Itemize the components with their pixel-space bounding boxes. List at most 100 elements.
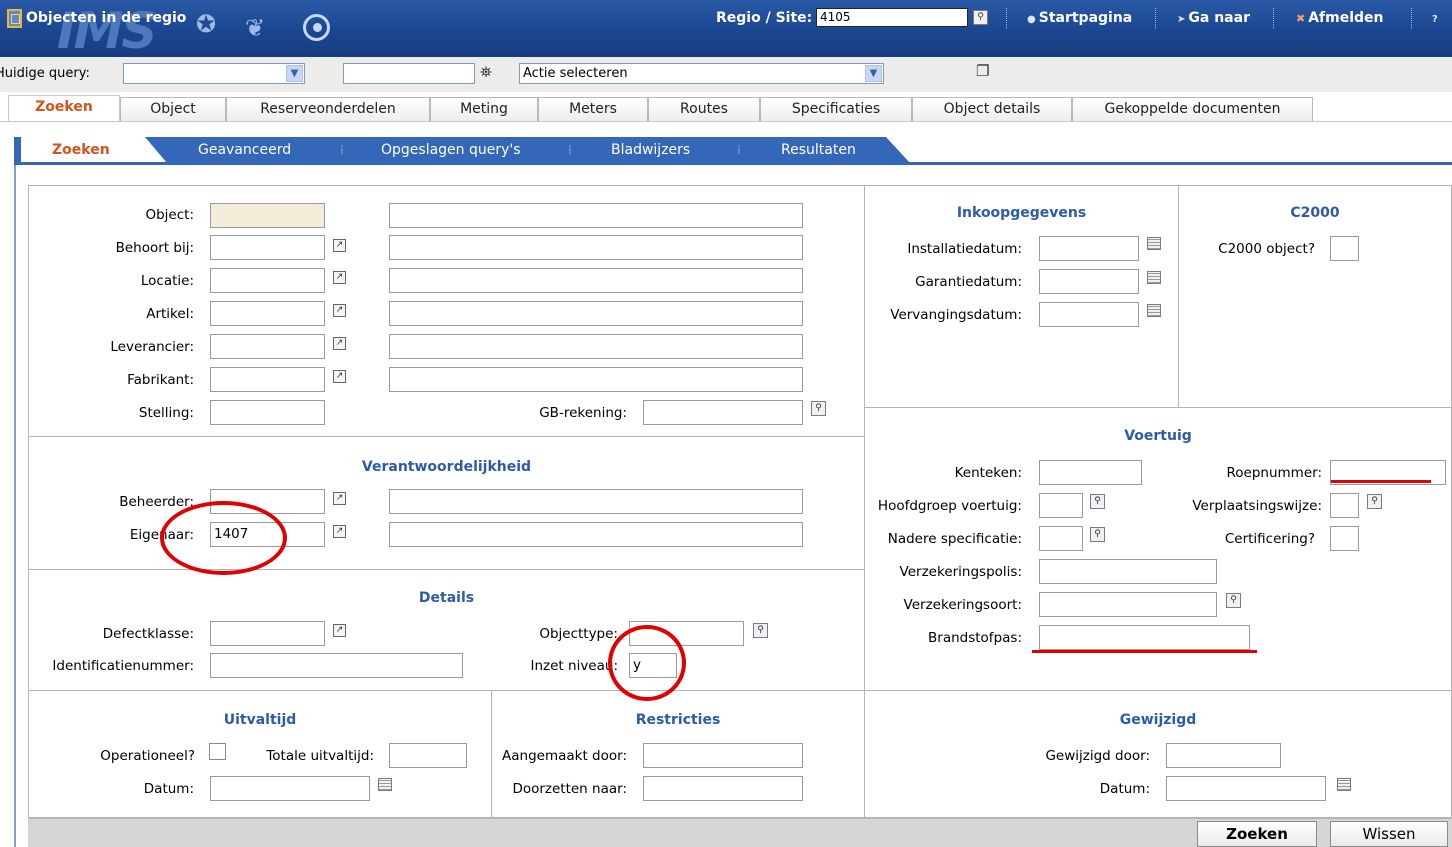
fabrikant-input[interactable] xyxy=(210,367,325,392)
calendar-icon[interactable] xyxy=(1147,271,1161,284)
locatie-input[interactable] xyxy=(210,268,325,293)
app-icon xyxy=(7,9,22,28)
search-icon[interactable]: ⚲ xyxy=(753,623,768,638)
regio-search-icon[interactable]: ⚲ xyxy=(973,10,988,25)
stelling-input[interactable] xyxy=(210,400,325,425)
beheerder-description-input[interactable] xyxy=(389,489,803,514)
header-divider xyxy=(1155,8,1156,29)
nadere-specificatie-input[interactable] xyxy=(1039,526,1083,551)
query-select[interactable]: ▼ xyxy=(123,63,305,84)
chevron-down-icon[interactable]: ▼ xyxy=(865,65,882,82)
aangemaakt-door-input[interactable] xyxy=(643,743,803,768)
artikel-description-input[interactable] xyxy=(389,301,803,326)
calendar-icon[interactable] xyxy=(1147,237,1161,250)
locatie-description-input[interactable] xyxy=(389,268,803,293)
roepnummer-underline xyxy=(1331,480,1431,483)
gewijzigd-datum-input[interactable] xyxy=(1166,776,1326,801)
verzekeringssoort-input[interactable] xyxy=(1039,592,1217,617)
search-icon[interactable]: ⚲ xyxy=(1090,527,1105,542)
subtab-geavanceerd[interactable]: Geavanceerd xyxy=(198,142,291,158)
leverancier-input[interactable] xyxy=(210,334,325,359)
search-icon[interactable]: ⚲ xyxy=(1367,494,1382,509)
regio-site-input[interactable]: 4105 xyxy=(816,8,968,27)
brandstofpas-input[interactable] xyxy=(1039,625,1250,650)
certificering-label: Certificering? xyxy=(1224,531,1315,547)
binoculars-icon[interactable]: ⛯ xyxy=(480,63,492,81)
calendar-icon[interactable] xyxy=(378,778,392,791)
search-icon[interactable]: ⚲ xyxy=(1226,593,1241,608)
startpagina-label: Startpagina xyxy=(1038,10,1133,26)
uitvaltijd-datum-input[interactable] xyxy=(210,776,370,801)
lookup-arrow-icon[interactable]: ↗ xyxy=(333,304,346,317)
huidige-query-label: Huidige query: xyxy=(0,66,90,81)
c2000-object-input[interactable] xyxy=(1330,236,1359,261)
help-link[interactable]: ? xyxy=(1432,10,1441,26)
tab-routes[interactable]: Routes xyxy=(648,97,760,122)
totale-uitvaltijd-input[interactable] xyxy=(389,743,467,768)
doorzetten-naar-input[interactable] xyxy=(643,776,803,801)
artikel-label: Artikel: xyxy=(146,306,194,322)
tab-object-details[interactable]: Object details xyxy=(912,97,1072,122)
hoofdgroep-voertuig-input[interactable] xyxy=(1039,493,1083,518)
tab-zoeken[interactable]: Zoeken xyxy=(8,95,120,122)
kenteken-input[interactable] xyxy=(1039,460,1142,485)
gewijzigd-door-input[interactable] xyxy=(1166,743,1281,768)
lookup-arrow-icon[interactable]: ↗ xyxy=(333,492,346,505)
subtab-bladwijzers[interactable]: Bladwijzers xyxy=(611,142,690,158)
gewijzigd-door-label: Gewijzigd door: xyxy=(1045,748,1150,764)
subtab-zoeken[interactable]: Zoeken xyxy=(52,142,110,158)
chevron-down-icon[interactable]: ▼ xyxy=(286,65,303,82)
fabrikant-description-input[interactable] xyxy=(389,367,803,392)
defectklasse-label: Defectklasse: xyxy=(102,626,194,642)
calendar-icon[interactable] xyxy=(1337,778,1351,791)
lookup-arrow-icon[interactable]: ↗ xyxy=(333,525,346,538)
subtab-resultaten[interactable]: Resultaten xyxy=(781,142,856,158)
calendar-icon[interactable] xyxy=(1147,304,1161,317)
behoort-bij-description-input[interactable] xyxy=(389,235,803,260)
defectklasse-input[interactable] xyxy=(210,621,325,646)
certificering-input[interactable] xyxy=(1330,526,1359,551)
tab-specificaties[interactable]: Specificaties xyxy=(760,97,912,122)
tab-meting[interactable]: Meting xyxy=(430,97,538,122)
artikel-input[interactable] xyxy=(210,301,325,326)
gewijzigd-title: Gewijzigd xyxy=(1119,712,1197,728)
leverancier-description-input[interactable] xyxy=(389,334,803,359)
search-icon[interactable]: ⚲ xyxy=(811,401,826,416)
lookup-arrow-icon[interactable]: ↗ xyxy=(333,271,346,284)
top-header-bar: IMS ✪ ❦ Objecten in de regio Regio / Sit… xyxy=(0,0,1452,60)
action-select-value: Actie selecteren xyxy=(523,66,628,81)
eigenaar-description-input[interactable] xyxy=(389,522,803,547)
startpagina-link[interactable]: ● Startpagina xyxy=(1027,10,1132,26)
installatiedatum-input[interactable] xyxy=(1039,236,1139,261)
lookup-arrow-icon[interactable]: ↗ xyxy=(333,370,346,383)
afmelden-link[interactable]: ✖ Afmelden xyxy=(1296,10,1384,26)
identificatienummer-input[interactable] xyxy=(210,653,463,678)
vervangingsdatum-input[interactable] xyxy=(1039,302,1139,327)
tab-meters[interactable]: Meters xyxy=(538,97,648,122)
lookup-arrow-icon[interactable]: ↗ xyxy=(333,337,346,350)
help-icon: ? xyxy=(1432,14,1438,25)
lookup-arrow-icon[interactable]: ↗ xyxy=(333,624,346,637)
zoeken-button[interactable]: Zoeken xyxy=(1197,821,1317,847)
tab-reserveonderdelen[interactable]: Reserveonderdelen xyxy=(226,97,430,122)
stelling-label: Stelling: xyxy=(138,405,194,421)
gb-rekening-input[interactable] xyxy=(643,400,803,425)
ga-naar-link[interactable]: ➤ Ga naar xyxy=(1177,10,1250,26)
lookup-arrow-icon[interactable]: ↗ xyxy=(333,239,346,252)
subtab-divider: ⁞ xyxy=(737,143,741,157)
action-select[interactable]: Actie selecteren ▼ xyxy=(519,63,884,84)
wissen-button[interactable]: Wissen xyxy=(1330,821,1448,847)
garantiedatum-input[interactable] xyxy=(1039,269,1139,294)
query-text-input[interactable] xyxy=(343,63,475,84)
verplaatsingswijze-input[interactable] xyxy=(1330,493,1359,518)
search-icon[interactable]: ⚲ xyxy=(1090,494,1105,509)
object-description-input[interactable] xyxy=(389,203,803,228)
tab-object[interactable]: Object xyxy=(120,97,226,122)
verzekeringspolis-input[interactable] xyxy=(1039,559,1217,584)
copy-icon[interactable]: ❐ xyxy=(976,62,989,80)
object-input xyxy=(210,203,325,228)
tab-gekoppelde-documenten[interactable]: Gekoppelde documenten xyxy=(1072,97,1313,122)
subtab-opgeslagen-querys[interactable]: Opgeslagen query's xyxy=(381,142,521,158)
operationeel-checkbox[interactable] xyxy=(209,743,226,760)
behoort-bij-input[interactable] xyxy=(210,235,325,260)
